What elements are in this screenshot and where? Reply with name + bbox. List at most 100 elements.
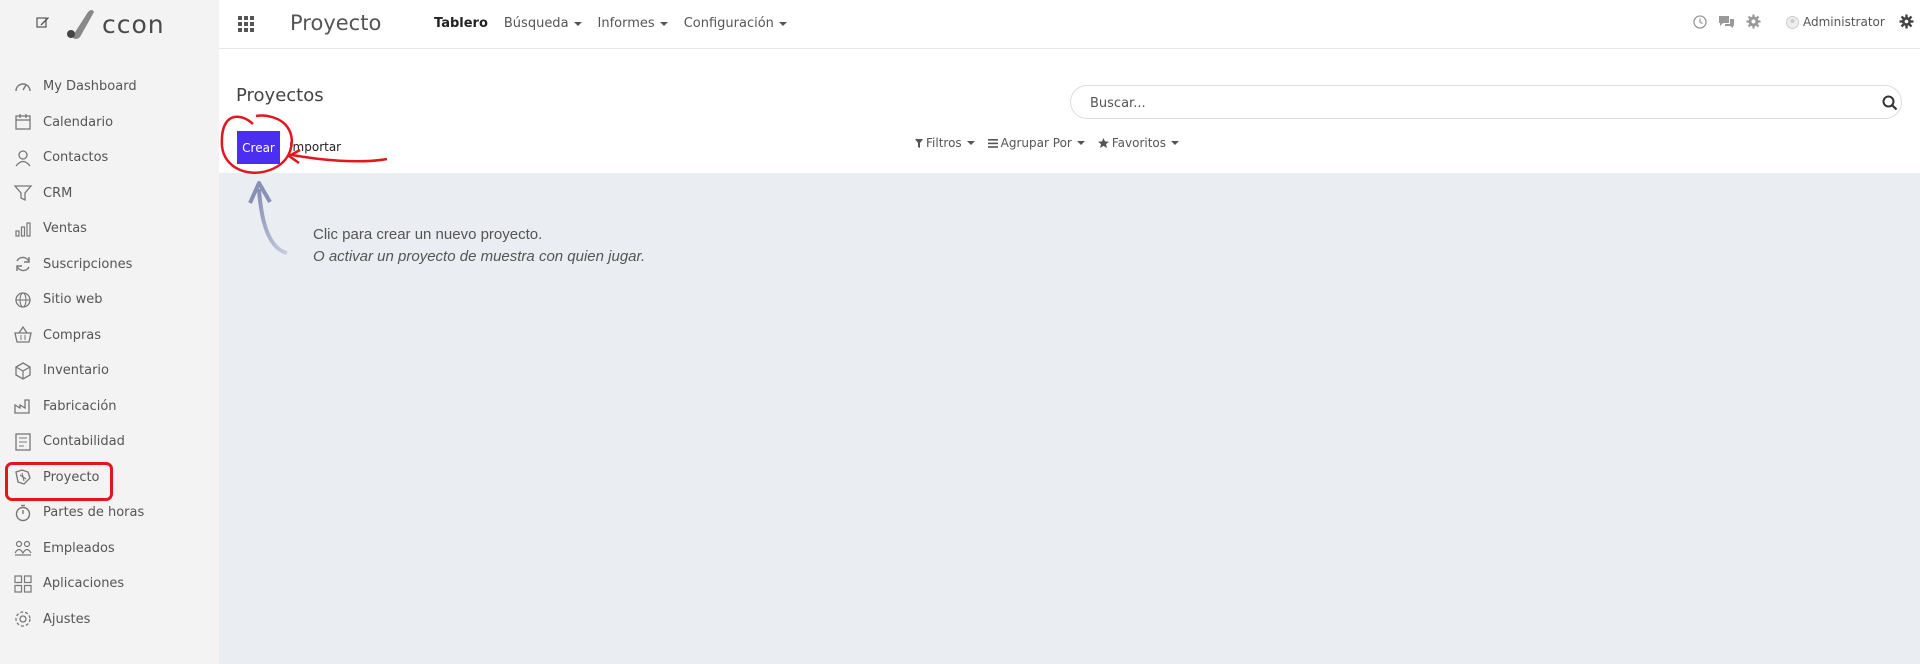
help-text-primary: Clic para crear un nuevo proyecto.	[313, 226, 543, 243]
sidebar-item-inventario[interactable]: Inventario	[0, 353, 219, 389]
box-icon	[13, 361, 33, 381]
sidebar-item-sitio-web[interactable]: Sitio web	[0, 282, 219, 318]
import-button[interactable]: Importar	[289, 140, 341, 154]
puzzle-icon	[13, 467, 33, 487]
avatar	[1786, 15, 1799, 29]
stopwatch-icon	[13, 503, 33, 523]
list-icon	[987, 138, 998, 148]
logo-mark-icon	[67, 10, 94, 39]
menu-label: Tablero	[434, 16, 488, 31]
sidebar-item-label: My Dashboard	[43, 79, 137, 95]
star-icon	[1097, 138, 1109, 148]
filter-icon	[915, 138, 923, 148]
filters-label: Filtros	[926, 136, 962, 150]
page-title: Proyectos	[236, 85, 324, 106]
sidebar-item-label: Ventas	[43, 221, 87, 237]
sidebar-item-label: Sitio web	[43, 292, 103, 308]
menu-busqueda[interactable]: Búsqueda	[504, 16, 582, 31]
group-by-label: Agrupar Por	[1000, 136, 1072, 150]
sidebar: ccon My Dashboard Calendario Contactos C…	[0, 0, 219, 664]
funnel-icon	[13, 183, 33, 203]
user-name: Administrator	[1803, 15, 1885, 29]
sidebar-item-label: Proyecto	[43, 469, 100, 485]
sidebar-item-label: Inventario	[43, 363, 109, 379]
globe-icon	[13, 290, 33, 310]
sidebar-item-fabricacion[interactable]: Fabricación	[0, 389, 219, 425]
gauge-icon	[13, 77, 33, 97]
sidebar-item-contabilidad[interactable]: Contabilidad	[0, 424, 219, 460]
sidebar-nav: My Dashboard Calendario Contactos CRM Ve…	[0, 69, 219, 637]
search-options: Filtros Agrupar Por Favoritos	[915, 136, 1192, 150]
menu-configuracion[interactable]: Configuración	[684, 16, 787, 31]
sidebar-item-my-dashboard[interactable]: My Dashboard	[0, 69, 219, 105]
sidebar-item-crm[interactable]: CRM	[0, 176, 219, 212]
grid-icon	[13, 574, 33, 594]
sidebar-item-label: Ajustes	[43, 611, 91, 627]
group-by-dropdown[interactable]: Agrupar Por	[987, 136, 1085, 150]
apps-grid-icon[interactable]	[237, 15, 255, 33]
sidebar-item-label: Suscripciones	[43, 256, 133, 272]
calendar-icon	[13, 112, 33, 132]
user-menu[interactable]: Administrator	[1786, 15, 1885, 29]
favorites-label: Favoritos	[1111, 136, 1167, 150]
settings-icon[interactable]	[1746, 14, 1761, 29]
curved-arrow-icon	[248, 181, 288, 255]
search-box	[1070, 85, 1902, 119]
sidebar-item-label: Aplicaciones	[43, 576, 125, 592]
main-content: Clic para crear un nuevo proyecto. O act…	[219, 173, 1920, 664]
caret-down-icon	[573, 21, 582, 26]
caret-down-icon	[1171, 141, 1180, 145]
debug-gear-icon[interactable]	[1899, 14, 1914, 29]
top-navbar: Proyecto Tablero Búsqueda Informes Confi…	[219, 0, 1920, 49]
caret-down-icon	[778, 21, 787, 26]
filters-dropdown[interactable]: Filtros	[915, 136, 975, 150]
menu-label: Búsqueda	[503, 16, 569, 31]
chat-icon[interactable]	[1718, 15, 1735, 29]
basket-icon	[13, 325, 33, 345]
sidebar-item-partes-de-horas[interactable]: Partes de horas	[0, 495, 219, 531]
sidebar-item-contactos[interactable]: Contactos	[0, 140, 219, 176]
menu-label: Informes	[597, 16, 655, 31]
edit-icon[interactable]	[36, 15, 50, 29]
bar-chart-icon	[13, 219, 33, 239]
sidebar-item-ajustes[interactable]: Ajustes	[0, 602, 219, 638]
sidebar-item-empleados[interactable]: Empleados	[0, 531, 219, 567]
caret-down-icon	[1076, 141, 1085, 145]
sidebar-item-label: Fabricación	[43, 398, 117, 414]
search-input[interactable]	[1090, 93, 1850, 113]
search-icon[interactable]	[1881, 94, 1899, 112]
sidebar-item-label: Empleados	[43, 540, 115, 556]
clock-icon[interactable]	[1693, 15, 1707, 29]
logo-text: ccon	[102, 9, 165, 39]
sidebar-header: ccon	[0, 0, 219, 48]
help-text-secondary: O activar un proyecto de muestra con qui…	[313, 248, 646, 265]
top-menu: Tablero Búsqueda Informes Configuración	[434, 16, 803, 31]
menu-informes[interactable]: Informes	[598, 16, 668, 31]
create-button[interactable]: Crear	[237, 131, 280, 164]
sidebar-item-label: Contabilidad	[43, 434, 125, 450]
control-panel: Proyectos Crear Importar Filtros Agrupar…	[219, 49, 1920, 173]
sidebar-item-compras[interactable]: Compras	[0, 318, 219, 354]
people-icon	[13, 538, 33, 558]
sidebar-item-label: Partes de horas	[43, 505, 145, 521]
sidebar-item-label: Compras	[43, 327, 102, 343]
sidebar-item-aplicaciones[interactable]: Aplicaciones	[0, 566, 219, 602]
refresh-icon	[13, 254, 33, 274]
sidebar-item-ventas[interactable]: Ventas	[0, 211, 219, 247]
factory-icon	[13, 396, 33, 416]
sidebar-item-calendario[interactable]: Calendario	[0, 105, 219, 141]
company-logo[interactable]: ccon	[66, 7, 165, 41]
sidebar-item-label: Calendario	[43, 114, 114, 130]
menu-tablero[interactable]: Tablero	[434, 16, 488, 31]
favorites-dropdown[interactable]: Favoritos	[1097, 136, 1180, 150]
sidebar-item-label: CRM	[43, 185, 73, 201]
caret-down-icon	[659, 21, 668, 26]
sidebar-item-suscripciones[interactable]: Suscripciones	[0, 247, 219, 283]
caret-down-icon	[966, 141, 975, 145]
app-title: Proyecto	[290, 11, 382, 35]
sidebar-item-label: Contactos	[43, 150, 109, 166]
gear-icon	[13, 609, 33, 629]
user-icon	[13, 148, 33, 168]
ledger-icon	[13, 432, 33, 452]
sidebar-item-proyecto[interactable]: Proyecto	[0, 460, 219, 500]
